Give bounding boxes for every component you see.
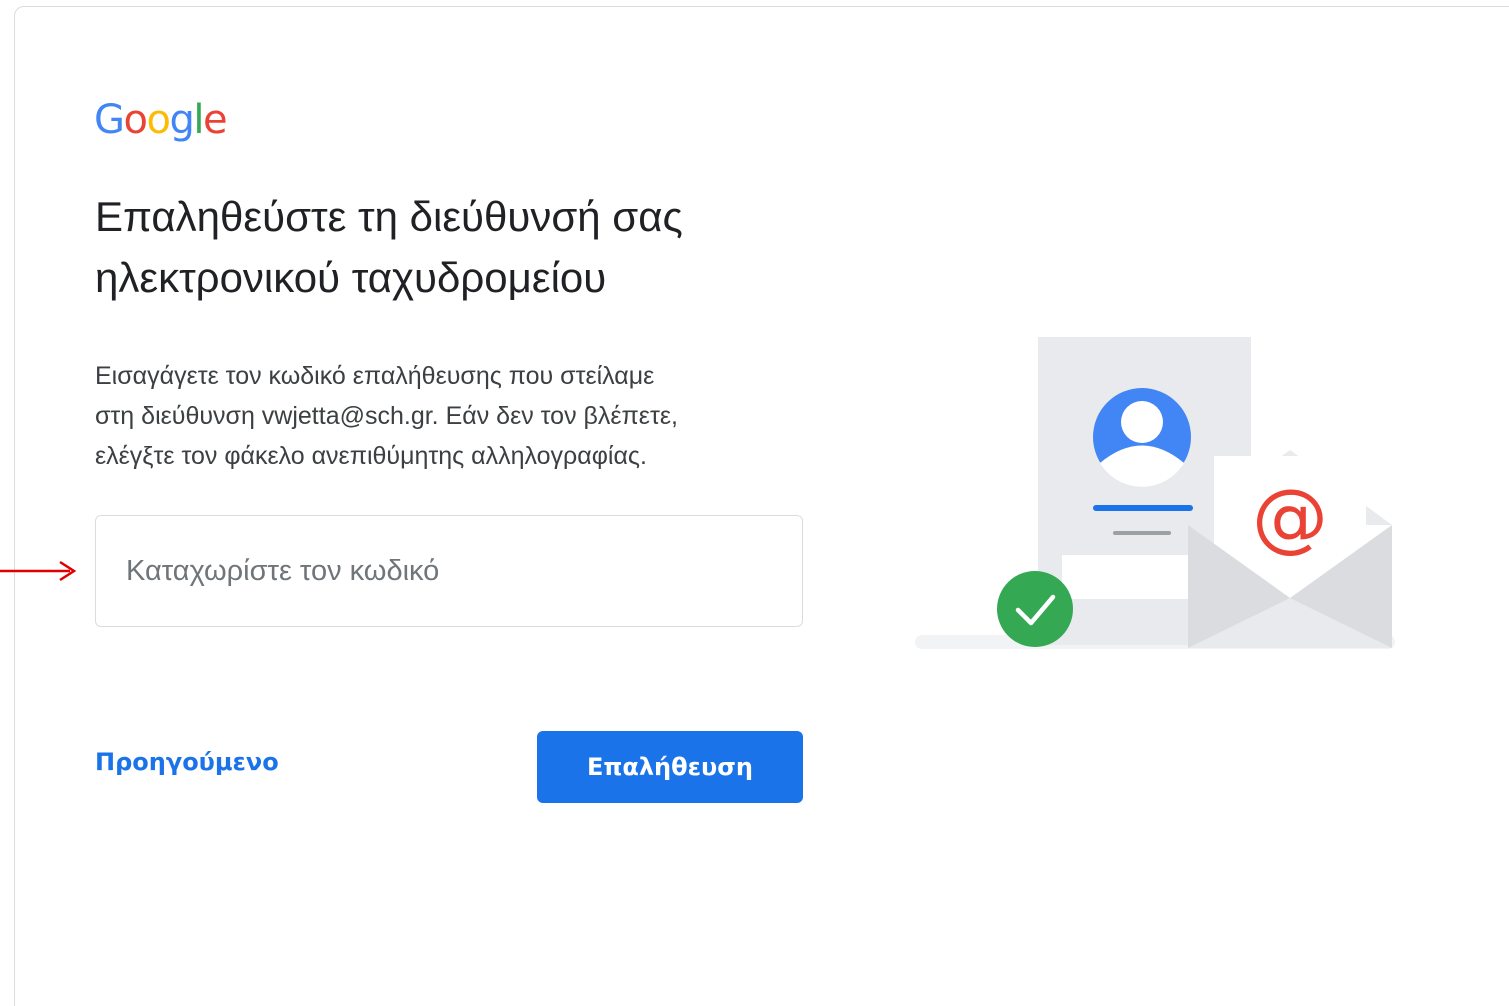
instructions-line-3: ελέγξτε τον φάκελο ανεπιθύμητης αλληλογρ… <box>95 442 647 470</box>
google-logo: Google <box>94 97 228 143</box>
at-symbol: @ <box>1252 472 1328 561</box>
logo-letter: g <box>169 97 194 143</box>
verification-code-input[interactable] <box>126 516 766 626</box>
logo-letter: G <box>94 97 125 143</box>
avatar-icon <box>1093 388 1191 487</box>
page-title: Επαληθεύστε τη διεύθυνσή σας ηλεκτρονικο… <box>95 186 855 308</box>
profile-detail-line <box>1113 531 1171 535</box>
title-line-1: Επαληθεύστε τη διεύθυνσή σας <box>95 193 683 240</box>
instructions-line-2: στη διεύθυνση vwjetta@sch.gr. Εάν δεν το… <box>95 402 678 430</box>
email-verification-illustration: @ <box>915 337 1395 649</box>
verify-button[interactable]: Επαλήθευση <box>537 731 803 803</box>
back-link[interactable]: Προηγούμενο <box>95 748 279 776</box>
red-arrow-annotation-icon <box>0 560 77 582</box>
logo-letter: o <box>123 97 148 143</box>
instructions-text: Εισαγάγετε τον κωδικό επαλήθευσης που στ… <box>95 356 815 476</box>
profile-name-line <box>1093 505 1193 511</box>
logo-letter: l <box>193 97 204 143</box>
logo-letter: e <box>202 97 228 143</box>
code-input-container[interactable] <box>95 515 803 627</box>
logo-letter: o <box>146 97 170 143</box>
title-line-2: ηλεκτρονικού ταχυδρομείου <box>95 254 607 301</box>
page: Google Επαληθεύστε τη διεύθυνσή σας ηλεκ… <box>0 0 1509 1006</box>
check-icon <box>997 571 1073 647</box>
instructions-line-1: Εισαγάγετε τον κωδικό επαλήθευσης που στ… <box>95 362 655 390</box>
